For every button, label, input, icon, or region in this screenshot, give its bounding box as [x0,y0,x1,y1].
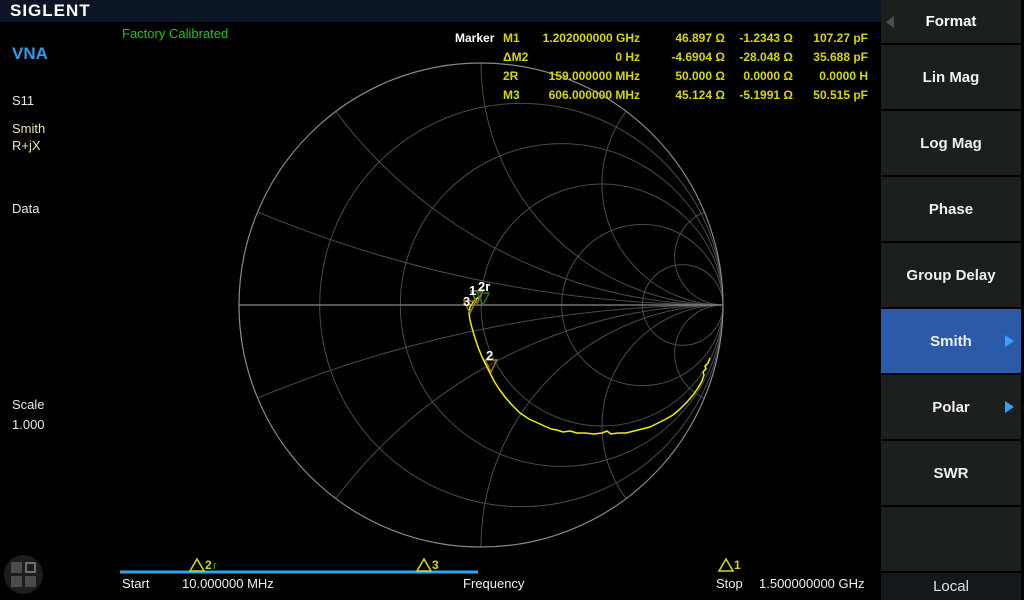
start-label[interactable]: Start [122,576,149,591]
marker-resistance: 46.897 Ω [640,29,725,48]
svg-text:3: 3 [432,558,439,572]
menu-item-label: Group Delay [906,267,995,284]
marker-capacitance: 107.27 pF [793,29,868,48]
menu-title-label: Format [926,13,977,30]
table-row: 2R 159.000000 MHz 50.000 Ω 0.0000 Ω 0.00… [455,67,868,86]
menu-item-label: SWR [934,465,969,482]
svg-text:2: 2 [486,348,493,363]
marker-resistance: 50.000 Ω [640,67,725,86]
data-label[interactable]: Data [12,201,39,216]
marker-reactance: 0.0000 Ω [725,67,793,86]
menu-item-group-delay[interactable]: Group Delay [881,243,1021,307]
grid-square [25,576,36,587]
back-arrow-icon [886,16,894,28]
marker-resistance: 45.124 Ω [640,86,725,105]
local-button[interactable]: Local [881,573,1021,600]
channel-label[interactable]: S11 [12,93,34,108]
marker-freq: 0 Hz [541,48,640,67]
menu-item-smith[interactable]: Smith [881,309,1021,373]
marker-name: 2R [503,67,541,86]
menu-item-label: Log Mag [920,135,982,152]
scale-label[interactable]: Scale [12,397,45,412]
table-row: M3 606.000000 MHz 45.124 Ω -5.1991 Ω 50.… [455,86,868,105]
marker-table-header: Marker [455,29,503,48]
menu-item-polar[interactable]: Polar [881,375,1021,439]
marker-capacitance: 35.688 pF [793,48,868,67]
local-label: Local [933,578,969,595]
marker-readout-table: Marker M1 1.202000000 GHz 46.897 Ω -1.23… [455,29,868,105]
grid-square [11,562,22,573]
app-title: VNA [12,44,48,64]
marker-name: ΔM2 [503,48,541,67]
frequency-axis-label: Frequency [463,576,524,591]
menu-title-format[interactable]: Format [881,0,1021,43]
softkey-menu: Format Lin Mag Log Mag Phase Group Delay… [881,0,1021,600]
menu-item-log-mag[interactable]: Log Mag [881,111,1021,175]
table-row: ΔM2 0 Hz -4.6904 Ω -28.048 Ω 35.688 pF [455,48,868,67]
calibration-status: Factory Calibrated [122,26,228,41]
marker-capacitance: 50.515 pF [793,86,868,105]
svg-text:2r: 2r [478,279,490,294]
format-label-line2: R+jX [12,138,41,153]
submenu-arrow-icon [1005,401,1014,413]
marker-reactance: -1.2343 Ω [725,29,793,48]
home-menu-button[interactable] [4,555,43,594]
stop-frequency-value[interactable]: 1.500000000 GHz [759,576,865,591]
marker-freq: 1.202000000 GHz [541,29,640,48]
stop-label[interactable]: Stop [716,576,743,591]
marker-name: M3 [503,86,541,105]
grid-icon [11,562,36,587]
grid-square [11,576,22,587]
table-row: Marker M1 1.202000000 GHz 46.897 Ω -1.23… [455,29,868,48]
vna-screen: 12r322r31 SIGLENT Factory Calibrated VNA… [0,0,1024,600]
marker-name: M1 [503,29,541,48]
menu-item-swr[interactable]: SWR [881,441,1021,505]
menu-item-phase[interactable]: Phase [881,177,1021,241]
menu-item-empty[interactable] [881,507,1021,571]
svg-text:1: 1 [734,558,741,572]
marker-freq: 606.000000 MHz [541,86,640,105]
svg-text:3: 3 [463,294,470,309]
menu-item-label: Polar [932,399,970,416]
svg-text:2: 2 [205,558,212,572]
marker-reactance: -5.1991 Ω [725,86,793,105]
format-label-line1[interactable]: Smith [12,121,45,136]
menu-item-label: Lin Mag [923,69,980,86]
menu-item-lin-mag[interactable]: Lin Mag [881,45,1021,109]
menu-item-label: Phase [929,201,973,218]
marker-freq: 159.000000 MHz [541,67,640,86]
marker-reactance: -28.048 Ω [725,48,793,67]
marker-resistance: -4.6904 Ω [640,48,725,67]
menu-item-label: Smith [930,333,972,350]
grid-square-outline [25,562,36,573]
scale-value: 1.000 [12,417,45,432]
marker-inductance: 0.0000 H [793,67,868,86]
start-frequency-value[interactable]: 10.000000 MHz [182,576,274,591]
svg-text:r: r [213,560,217,572]
submenu-arrow-icon [1005,335,1014,347]
